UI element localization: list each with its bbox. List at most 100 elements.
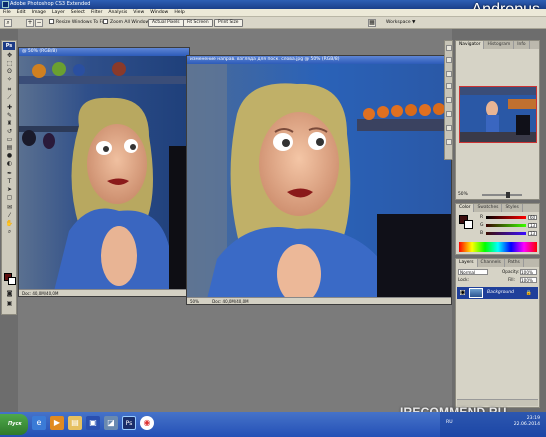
dock-paragraph-icon[interactable] [446, 125, 452, 131]
menu-layer[interactable]: Layer [52, 9, 65, 16]
tab-info[interactable]: Info [514, 41, 530, 49]
menu-help[interactable]: Help [174, 9, 184, 16]
dock-character-icon[interactable] [446, 111, 452, 117]
dock-layer-comps-icon[interactable] [446, 139, 452, 145]
folder-icon[interactable]: ▤ [68, 416, 82, 430]
tab-layers[interactable]: Layers [456, 259, 478, 267]
marquee-tool-icon[interactable]: ⬚ [4, 61, 15, 67]
start-button[interactable]: Пуск [0, 414, 28, 435]
ie-icon[interactable]: e [32, 416, 46, 430]
tab-channels[interactable]: Channels [478, 259, 505, 267]
quick-mask-icon[interactable]: ◙ [4, 291, 15, 297]
layer-name[interactable]: Background [487, 287, 514, 299]
menu-view[interactable]: View [133, 9, 144, 16]
color-slider-r[interactable] [486, 216, 526, 219]
menu-edit[interactable]: Edit [17, 9, 26, 16]
color-slider-b[interactable] [486, 232, 526, 235]
clone-stamp-icon[interactable]: ♜ [4, 121, 15, 127]
tab-styles[interactable]: Styles [502, 204, 523, 212]
history-brush-icon[interactable]: ↺ [4, 129, 15, 135]
blur-tool-icon[interactable]: ● [4, 153, 15, 159]
document-2-canvas[interactable] [187, 64, 451, 297]
dock-actions-icon[interactable] [446, 57, 452, 63]
image-icon[interactable]: ◪ [104, 416, 118, 430]
healing-brush-icon[interactable]: ✚ [4, 105, 15, 111]
document-1-canvas[interactable] [19, 56, 189, 289]
type-tool-icon[interactable]: T [4, 179, 15, 185]
eraser-tool-icon[interactable]: ▭ [4, 137, 15, 143]
tab-paths[interactable]: Paths [505, 259, 524, 267]
tab-histogram[interactable]: Histogram [484, 41, 515, 49]
tab-navigator[interactable]: Navigator [456, 41, 485, 49]
slice-tool-icon[interactable]: ⟋ [4, 95, 15, 101]
document-2-title[interactable]: изменение направ. взгляда для поск. слов… [187, 56, 451, 64]
lasso-tool-icon[interactable]: ʘ [4, 69, 15, 75]
dock-tool-presets-icon[interactable] [446, 83, 452, 89]
menu-select[interactable]: Select [71, 9, 85, 16]
zoom-all-checkbox[interactable] [103, 19, 108, 24]
tab-swatches[interactable]: Swatches [474, 204, 503, 212]
layer-row-background[interactable]: ◉ Background 🔒 [457, 287, 538, 299]
shape-tool-icon[interactable]: ▢ [4, 195, 15, 201]
menu-file[interactable]: File [3, 9, 11, 16]
dock-history-icon[interactable] [446, 45, 452, 51]
eye-icon[interactable]: ◉ [460, 290, 465, 296]
navigator-zoom-slider[interactable] [482, 194, 522, 196]
eyedropper-icon[interactable]: ⁄ [4, 213, 15, 219]
menu-image[interactable]: Image [32, 9, 46, 16]
save-icon[interactable]: ▣ [86, 416, 100, 430]
photoshop-taskbar-icon[interactable]: Ps [122, 416, 136, 430]
color-slider-g[interactable] [486, 224, 526, 227]
blend-mode-select[interactable]: Normal [458, 269, 488, 275]
color-value-g[interactable]: 13 [528, 223, 537, 228]
navigator-zoom-handle[interactable] [506, 192, 510, 198]
media-icon[interactable]: ▶ [50, 416, 64, 430]
brush-tool-icon[interactable]: ✎ [4, 113, 15, 119]
navigator-preview[interactable] [459, 86, 537, 143]
screen-mode-icon[interactable]: ▣ [4, 301, 15, 307]
workspace-menu[interactable]: Workspace ▼ [386, 19, 416, 27]
color-value-b[interactable]: 13 [528, 231, 537, 236]
palette-well-icon[interactable]: ▦ [368, 19, 376, 27]
gradient-tool-icon[interactable]: ▤ [4, 145, 15, 151]
navigator-zoom-value[interactable]: 50% [458, 192, 468, 197]
menu-analysis[interactable]: Analysis [108, 9, 127, 16]
fit-screen-button[interactable]: Fit Screen [183, 19, 213, 27]
chrome-icon[interactable]: ◉ [140, 416, 154, 430]
zoom-out-icon[interactable]: − [35, 19, 43, 27]
document-window-2[interactable]: изменение направ. взгляда для поск. слов… [186, 55, 452, 305]
document-window-1[interactable]: @ 50% (RGB/8) Doc: 40,0M/40,0M [18, 47, 190, 297]
menu-window[interactable]: Window [150, 9, 168, 16]
crop-tool-icon[interactable]: ⌗ [4, 87, 15, 93]
notes-tool-icon[interactable]: ✉ [4, 205, 15, 211]
document-1-title[interactable]: @ 50% (RGB/8) [19, 48, 189, 56]
color-value-r[interactable]: 60 [528, 215, 537, 220]
move-tool-icon[interactable]: ✥ [4, 53, 15, 59]
dock-brushes-icon[interactable] [446, 71, 452, 77]
language-indicator[interactable]: RU [446, 420, 453, 425]
dock-clone-source-icon[interactable] [446, 97, 452, 103]
dodge-tool-icon[interactable]: ◐ [4, 161, 15, 167]
print-size-button[interactable]: Print Size [214, 19, 243, 27]
document-2-zoom[interactable]: 50% [190, 299, 199, 304]
taskbar: Пуск e ▶ ▤ ▣ ◪ Ps ◉ RU 23:19 22.06.2014 [0, 412, 546, 437]
color-background-swatch[interactable] [464, 220, 473, 229]
magic-wand-tool-icon[interactable]: ✧ [4, 77, 15, 83]
background-color-swatch[interactable] [8, 277, 16, 285]
path-select-icon[interactable]: ➤ [4, 187, 15, 193]
actual-pixels-button[interactable]: Actual Pixels [148, 19, 184, 27]
pen-tool-icon[interactable]: ✒ [4, 171, 15, 177]
zoom-tool-box-icon[interactable]: ⌕ [4, 229, 15, 235]
zoom-tool-icon[interactable]: ⌕ [4, 19, 12, 27]
hand-tool-icon[interactable]: ✋ [4, 221, 15, 227]
tab-color[interactable]: Color [456, 204, 475, 212]
color-spectrum-ramp[interactable] [459, 242, 537, 252]
zoom-all-option[interactable]: Zoom All Windows [103, 19, 152, 27]
resize-windows-checkbox[interactable] [49, 19, 54, 24]
zoom-in-icon[interactable]: + [26, 19, 34, 27]
menu-filter[interactable]: Filter [91, 9, 102, 16]
resize-windows-option[interactable]: Resize Windows To Fit [49, 19, 105, 27]
fill-input[interactable]: 100% [520, 277, 537, 283]
opacity-input[interactable]: 100% [520, 269, 537, 275]
clock[interactable]: 23:19 22.06.2014 [514, 416, 540, 428]
